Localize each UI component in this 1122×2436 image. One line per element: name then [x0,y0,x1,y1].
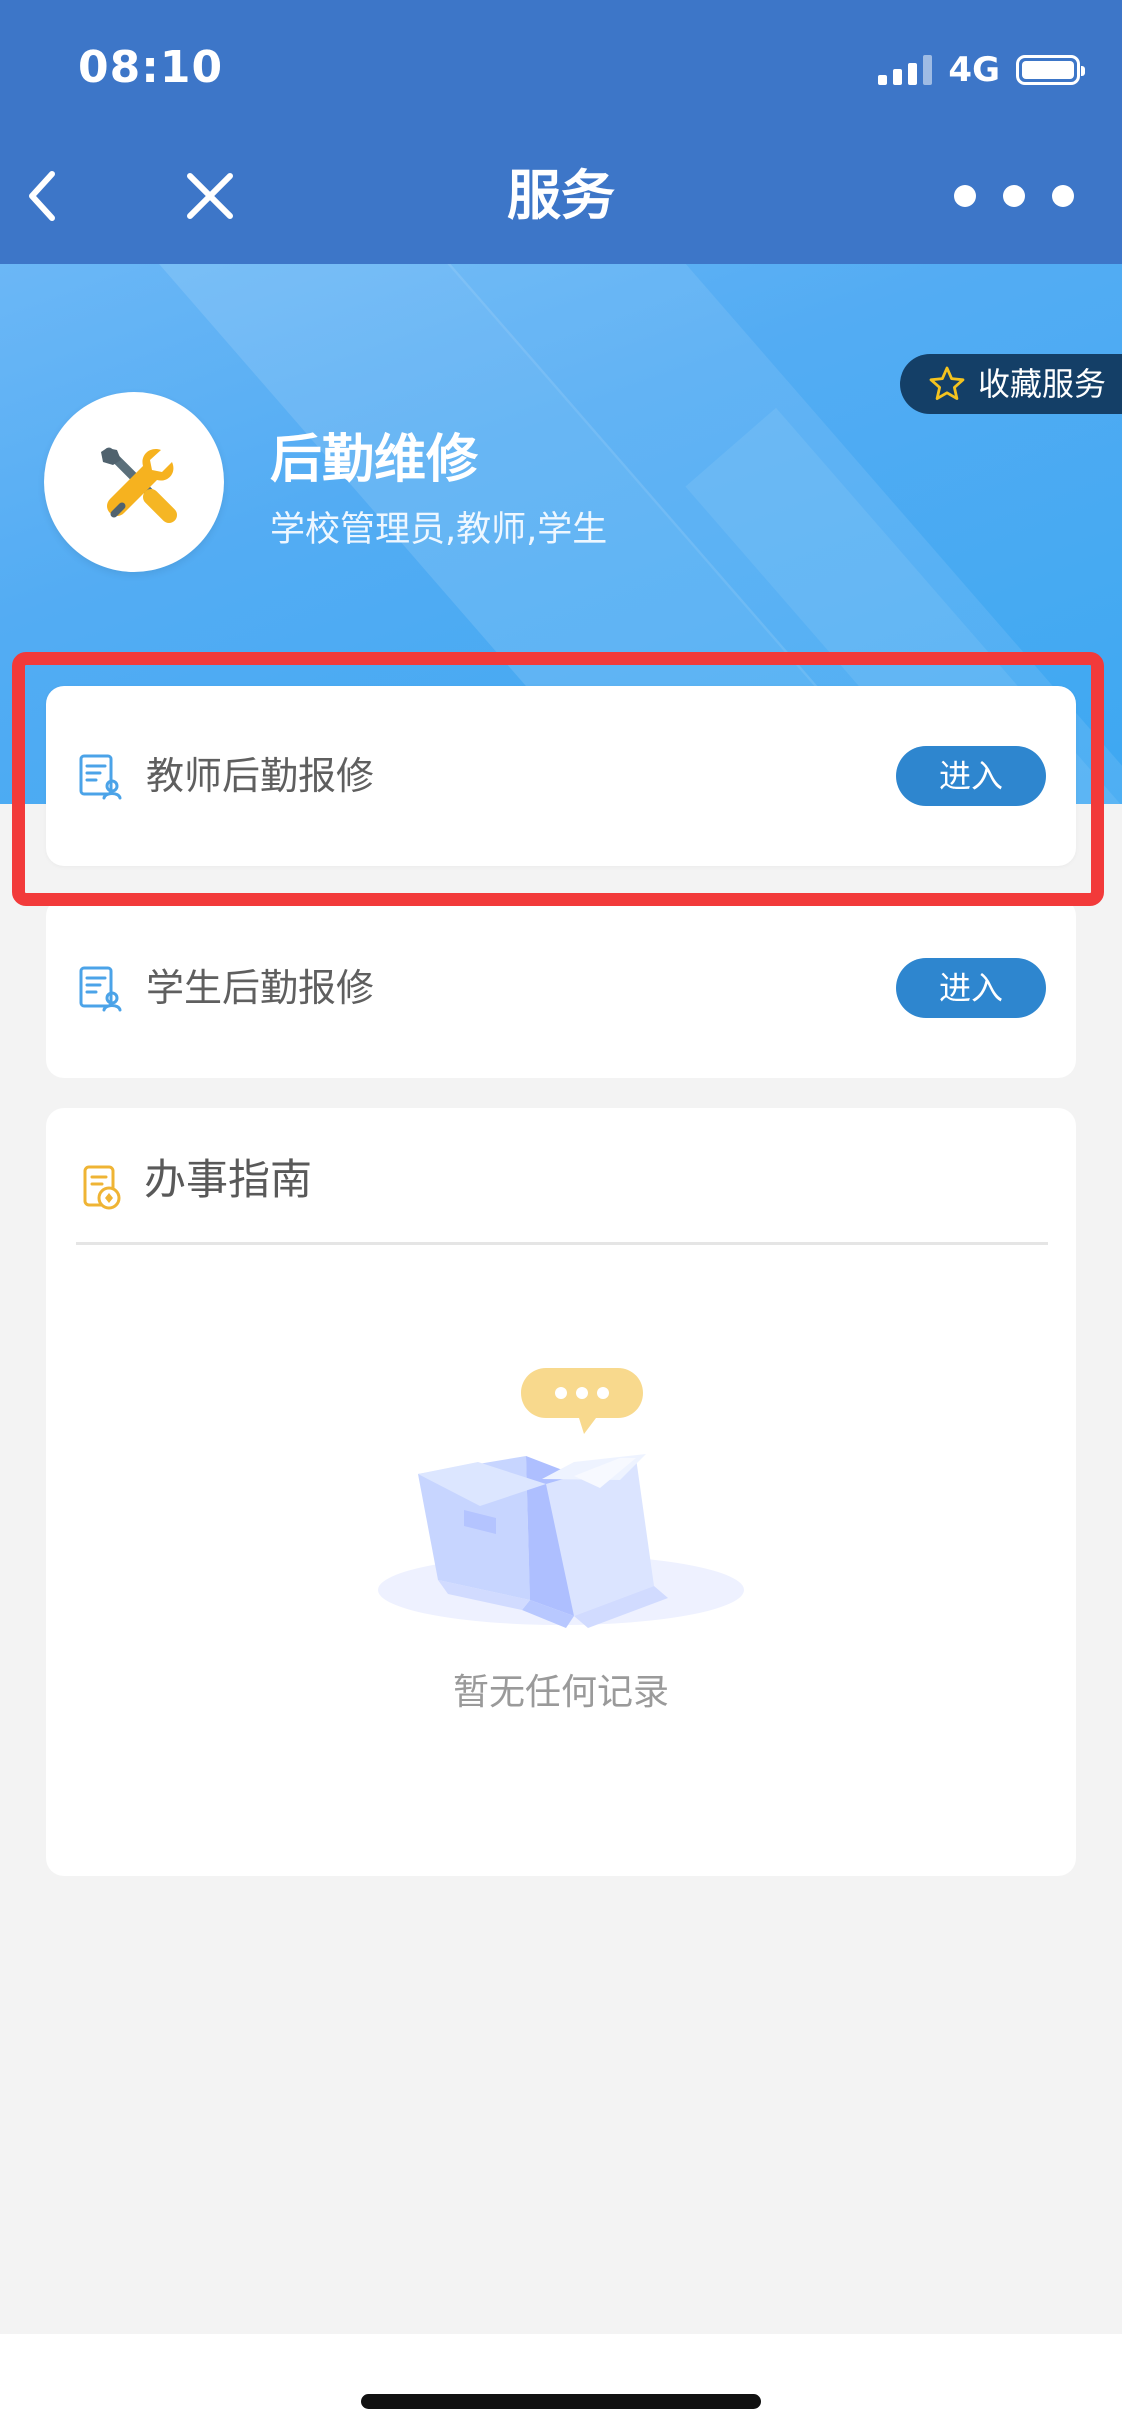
star-outline-icon [929,366,965,400]
teacher-repair-enter-button[interactable]: 进入 [896,746,1046,806]
network-label: 4G [948,50,1000,90]
guide-document-icon [80,1162,124,1214]
teacher-repair-service-card[interactable]: 教师后勤报修 进入 [46,686,1076,866]
guide-title: 办事指南 [144,1155,313,1204]
guide-divider [76,1242,1048,1245]
tools-icon [101,447,177,523]
favorite-service-button[interactable]: 收藏服务 [899,354,1122,414]
status-time: 08:10 [78,42,224,93]
more-horizontal-icon [954,185,976,207]
home-indicator[interactable] [361,2394,761,2409]
favorite-service-label: 收藏服务 [977,365,1106,403]
top-navigation-bar: 08:10 4G 服务 [0,0,1122,264]
student-repair-service-card[interactable]: 学生后勤报修 进入 [46,898,1076,1078]
student-repair-enter-button[interactable]: 进入 [896,958,1046,1018]
service-audience: 学校管理员,教师,学生 [270,510,608,550]
empty-box-icon [376,1358,746,1648]
more-horizontal-icon [1052,185,1074,207]
status-indicators: 4G [878,50,1085,90]
service-avatar [44,392,224,572]
empty-state-text: 暂无任何记录 [452,1672,669,1713]
service-title: 后勤维修 [270,430,479,490]
document-user-icon [76,964,124,1014]
teacher-repair-label: 教师后勤报修 [146,754,375,798]
more-button[interactable] [954,184,1074,208]
document-user-icon [76,752,124,802]
more-horizontal-icon [1003,185,1025,207]
signal-icon [878,55,933,85]
bottom-safe-area [0,2334,1122,2436]
student-repair-label: 学生后勤报修 [146,966,375,1010]
battery-icon [1016,55,1085,85]
guide-card: 办事指南 暂无任何记录 [46,1108,1076,1876]
